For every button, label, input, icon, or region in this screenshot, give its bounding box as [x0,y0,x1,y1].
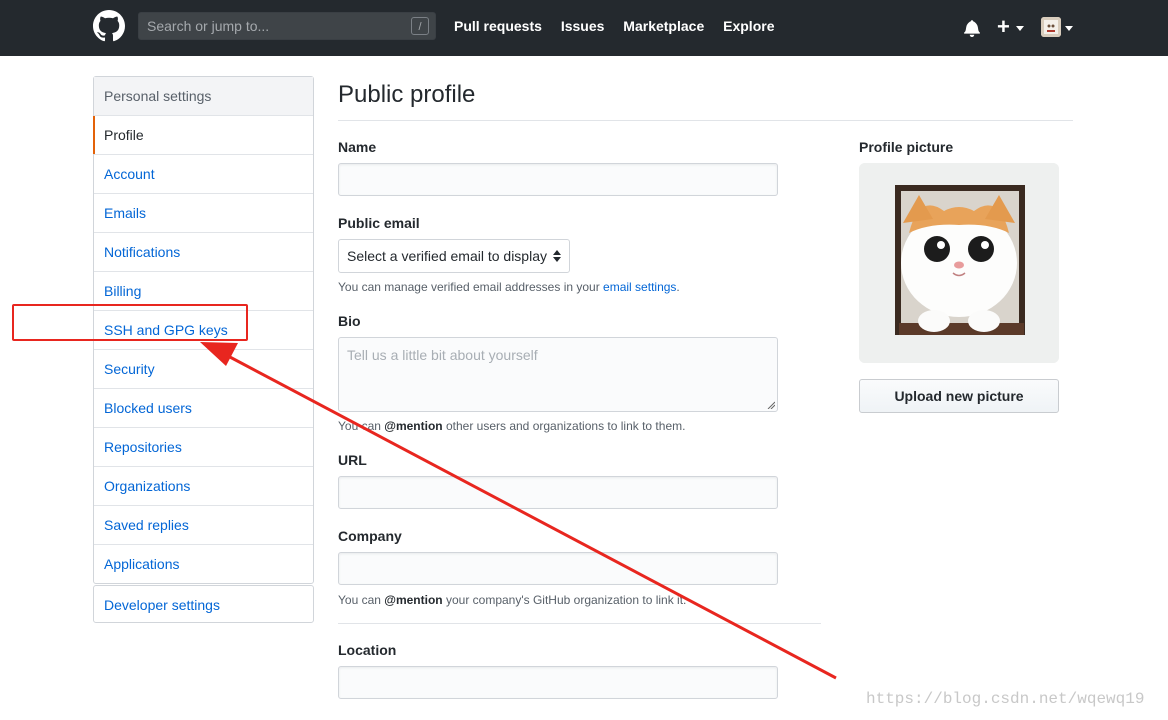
sidebar-heading: Personal settings [94,77,313,116]
top-nav: Pull requests Issues Marketplace Explore [454,18,789,34]
section-divider [338,623,821,624]
sidebar-item-saved-replies[interactable]: Saved replies [94,506,313,545]
user-menu-caret-icon[interactable] [1065,26,1073,31]
bio-note-text: You can [338,419,385,433]
public-email-note-end: . [676,280,680,294]
cat-photo-icon [859,163,1059,363]
create-new-plus-icon[interactable]: + [997,16,1010,38]
sidebar-item-notifications[interactable]: Notifications [94,233,313,272]
url-label: URL [338,452,367,468]
company-note-text: You can [338,593,385,607]
annotation-highlight-box [12,304,248,341]
nav-issues[interactable]: Issues [561,18,605,34]
bio-placeholder: Tell us a little bit about yourself [347,347,538,363]
bio-mention: @mention [384,419,443,433]
bio-note: You can @mention other users and organiz… [338,419,685,433]
user-avatar[interactable] [1041,17,1061,37]
sidebar-item-applications[interactable]: Applications [94,545,313,583]
profile-picture-label: Profile picture [859,139,954,155]
name-label: Name [338,139,377,155]
sidebar-item-developer-settings[interactable]: Developer settings [93,585,314,623]
notifications-bell-icon[interactable] [964,19,980,37]
bio-textarea[interactable]: Tell us a little bit about yourself [338,337,778,412]
public-email-note-text: You can manage verified email addresses … [338,280,604,294]
name-field[interactable] [338,163,778,196]
top-header: / Pull requests Issues Marketplace Explo… [0,0,1168,56]
sidebar-item-profile[interactable]: Profile [93,116,313,155]
sidebar-item-account[interactable]: Account [94,155,313,194]
page-title: Public profile [338,81,476,108]
sidebar-item-emails[interactable]: Emails [94,194,313,233]
search-input[interactable] [139,13,407,39]
resize-grip-icon[interactable] [767,401,775,409]
title-divider [338,120,1073,121]
url-field[interactable] [338,476,778,509]
company-field[interactable] [338,552,778,585]
bio-label: Bio [338,313,361,329]
nav-explore[interactable]: Explore [723,18,774,34]
company-note-end: your company's GitHub organization to li… [442,593,687,607]
watermark-text: https://blog.csdn.net/wqewq19 [866,690,1145,708]
location-field[interactable] [338,666,778,699]
company-label: Company [338,528,402,544]
sidebar-item-blocked-users[interactable]: Blocked users [94,389,313,428]
global-search[interactable]: / [138,12,436,40]
company-note: You can @mention your company's GitHub o… [338,593,686,607]
create-menu-caret-icon[interactable] [1016,26,1024,31]
search-shortcut-hint: / [411,17,429,35]
email-settings-link[interactable]: email settings [603,280,676,294]
profile-picture [859,163,1059,363]
upload-picture-button[interactable]: Upload new picture [859,379,1059,413]
nav-pull-requests[interactable]: Pull requests [454,18,542,34]
public-email-note: You can manage verified email addresses … [338,280,680,294]
sidebar-item-repositories[interactable]: Repositories [94,428,313,467]
public-email-select-value: Select a verified email to display [347,248,547,264]
public-email-select[interactable]: Select a verified email to display [338,239,570,273]
public-email-label: Public email [338,215,420,231]
sidebar-item-security[interactable]: Security [94,350,313,389]
avatar-image-icon [1041,17,1061,37]
github-logo-icon[interactable] [93,10,125,42]
location-label: Location [338,642,397,658]
sidebar-item-organizations[interactable]: Organizations [94,467,313,506]
nav-marketplace[interactable]: Marketplace [623,18,704,34]
select-updown-icon [553,250,561,262]
company-mention: @mention [384,593,443,607]
bio-note-end: other users and organizations to link to… [442,419,686,433]
